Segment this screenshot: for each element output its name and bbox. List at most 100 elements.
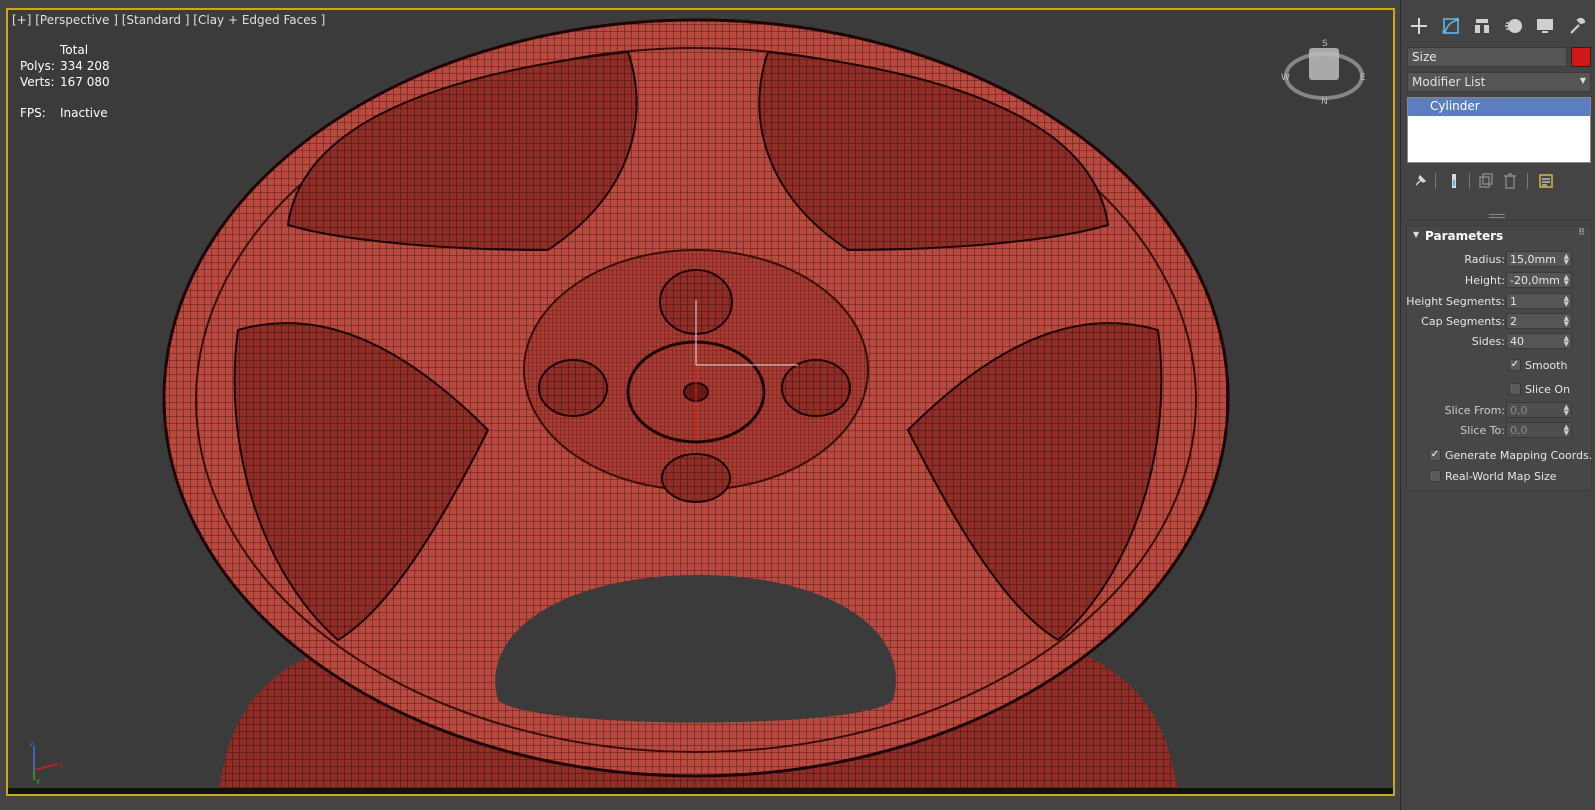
parameters-rollout: ▼ Parameters ⠿ Radius: 15,0mm ▲ ▼ Height: … xyxy=(1406,225,1592,491)
stats-fps-label: FPS: xyxy=(20,106,46,120)
modifier-list-dropdown[interactable]: Modifier List ▼ xyxy=(1407,72,1591,92)
spinner-arrows-icon: ▲ ▼ xyxy=(1563,273,1569,287)
slice-to-label: Slice To: xyxy=(1460,424,1505,437)
real-world-checkbox[interactable] xyxy=(1429,470,1441,482)
parameters-rollout-header[interactable]: ▼ Parameters ⠿ xyxy=(1407,226,1591,244)
spinner-arrows-icon: ▲ ▼ xyxy=(1563,334,1569,348)
slice-to-row: Slice To: 0,0 ▲ ▼ xyxy=(1407,422,1591,440)
viewcube-n: N xyxy=(1321,97,1328,106)
spinner-arrows-icon: ▲ ▼ xyxy=(1563,252,1569,266)
viewport-label-menu[interactable]: [+] [Perspective ] [Standard ] [Clay + E… xyxy=(12,13,325,27)
viewport-statistics: Total Polys: 334 208 Verts: 167 080 FPS: In… xyxy=(20,42,110,121)
real-world-row: Real-World Map Size xyxy=(1407,469,1591,487)
stats-total-header: Total xyxy=(60,43,89,57)
height-spinner[interactable]: -20,0mm ▲ ▼ xyxy=(1506,272,1572,288)
height-row: Height: -20,0mm ▲ ▼ xyxy=(1407,272,1591,290)
svg-text:z: z xyxy=(30,740,34,748)
spinner-arrows-icon: ▲ ▼ xyxy=(1563,314,1569,328)
smooth-row: ✓ Smooth xyxy=(1407,358,1591,376)
svg-text:y: y xyxy=(36,777,40,784)
height-segments-label: Height Segments: xyxy=(1406,295,1505,308)
cap-segments-row: Cap Segments: 2 ▲ ▼ xyxy=(1407,313,1591,331)
generate-mapping-checkbox[interactable]: ✓ xyxy=(1429,449,1441,461)
sides-spinner[interactable]: 40 ▲ ▼ xyxy=(1506,333,1572,349)
collapse-triangle-icon: ▼ xyxy=(1413,230,1420,239)
perspective-viewport[interactable]: [+] [Perspective ] [Standard ] [Clay + E… xyxy=(6,8,1395,796)
lug-hole-bottom xyxy=(661,453,731,503)
generate-mapping-row: ✓ Generate Mapping Coords. xyxy=(1407,448,1593,466)
wrench-icon xyxy=(1570,17,1586,34)
slice-to-spinner[interactable]: 0,0 ▲ ▼ xyxy=(1506,422,1572,438)
tab-create[interactable] xyxy=(1405,12,1433,40)
hierarchy-icon xyxy=(1475,19,1490,33)
tab-motion[interactable] xyxy=(1500,12,1528,40)
viewcube-compass[interactable]: S W E N xyxy=(1279,36,1369,106)
spinner-arrows-icon: ▲ ▼ xyxy=(1563,403,1569,417)
smooth-label: Smooth xyxy=(1525,359,1568,372)
panel-resize-grip[interactable] xyxy=(1489,214,1505,218)
configure-sets-icon[interactable] xyxy=(1537,172,1555,190)
wheel-window-top-right xyxy=(758,50,1110,252)
make-unique-icon[interactable] xyxy=(1477,172,1495,190)
stats-verts-value: 167 080 xyxy=(60,75,110,89)
slice-from-label: Slice From: xyxy=(1444,404,1505,417)
remove-modifier-icon[interactable] xyxy=(1501,172,1519,190)
spinner-arrows-icon: ▲ ▼ xyxy=(1563,423,1569,437)
parameters-title: Parameters xyxy=(1425,229,1504,243)
modifier-list-label: Modifier List xyxy=(1412,75,1486,89)
slice-from-spinner[interactable]: 0,0 ▲ ▼ xyxy=(1506,402,1572,418)
cap-segments-label: Cap Segments: xyxy=(1421,315,1505,328)
real-world-label: Real-World Map Size xyxy=(1445,470,1557,483)
wheel-window-top-left xyxy=(286,50,638,252)
world-axis-tripod: z x y xyxy=(30,740,63,784)
generate-mapping-label: Generate Mapping Coords. xyxy=(1445,449,1593,462)
stats-fps-value: Inactive xyxy=(60,106,108,120)
show-end-result-icon[interactable] xyxy=(1445,172,1463,190)
stats-polys-value: 334 208 xyxy=(60,59,110,73)
modifier-stack[interactable]: Cylinder xyxy=(1407,97,1591,163)
stack-item-cylinder[interactable]: Cylinder xyxy=(1408,98,1590,116)
stats-verts-label: Verts: xyxy=(20,75,55,89)
viewcube-s: S xyxy=(1322,39,1328,49)
spinner-arrows-icon: ▲ ▼ xyxy=(1563,294,1569,308)
radius-row: Radius: 15,0mm ▲ ▼ xyxy=(1407,251,1591,269)
tab-hierarchy[interactable] xyxy=(1468,12,1496,40)
command-panel: Size Modifier List ▼ Cylinder ▼ Paramete… xyxy=(1400,0,1595,810)
height-segments-row: Height Segments: 1 ▲ ▼ xyxy=(1406,293,1591,311)
chevron-down-icon: ▼ xyxy=(1579,76,1586,85)
height-label: Height: xyxy=(1464,274,1505,287)
slice-on-label: Slice On xyxy=(1525,383,1571,396)
sides-row: Sides: 40 ▲ ▼ xyxy=(1407,333,1591,351)
rollout-grip-icon: ⠿ xyxy=(1577,228,1585,238)
plus-icon xyxy=(1411,18,1427,34)
stack-toolbar xyxy=(1407,172,1591,192)
slice-on-row: Slice On xyxy=(1407,382,1591,400)
display-icon xyxy=(1537,19,1554,33)
radius-spinner[interactable]: 15,0mm ▲ ▼ xyxy=(1506,251,1572,267)
object-name-field[interactable]: Size xyxy=(1407,47,1567,67)
pin-stack-icon[interactable] xyxy=(1411,172,1429,190)
divider xyxy=(1407,220,1591,221)
object-color-swatch[interactable] xyxy=(1571,47,1591,67)
modify-icon xyxy=(1442,18,1459,34)
wheel-mesh xyxy=(162,18,1230,794)
stats-polys-label: Polys: xyxy=(20,59,55,73)
lug-hole-left xyxy=(538,359,608,417)
slice-on-checkbox[interactable] xyxy=(1509,383,1521,395)
smooth-checkbox[interactable]: ✓ xyxy=(1509,359,1521,371)
tab-display[interactable] xyxy=(1531,12,1559,40)
tab-utilities[interactable] xyxy=(1563,12,1591,40)
radius-label: Radius: xyxy=(1464,253,1505,266)
viewport-bottom-strip xyxy=(8,788,1393,794)
command-panel-tabs xyxy=(1405,12,1591,42)
motion-icon xyxy=(1504,19,1522,33)
svg-text:x: x xyxy=(59,761,63,769)
tab-modify[interactable] xyxy=(1437,12,1465,40)
viewcube-w: W xyxy=(1281,73,1290,83)
lug-hole-right xyxy=(781,359,851,417)
slice-from-row: Slice From: 0,0 ▲ ▼ xyxy=(1407,402,1591,420)
cap-segments-spinner[interactable]: 2 ▲ ▼ xyxy=(1506,313,1572,329)
height-segments-spinner[interactable]: 1 ▲ ▼ xyxy=(1506,293,1572,309)
viewcube-e: E xyxy=(1360,73,1366,83)
sides-label: Sides: xyxy=(1471,335,1505,348)
